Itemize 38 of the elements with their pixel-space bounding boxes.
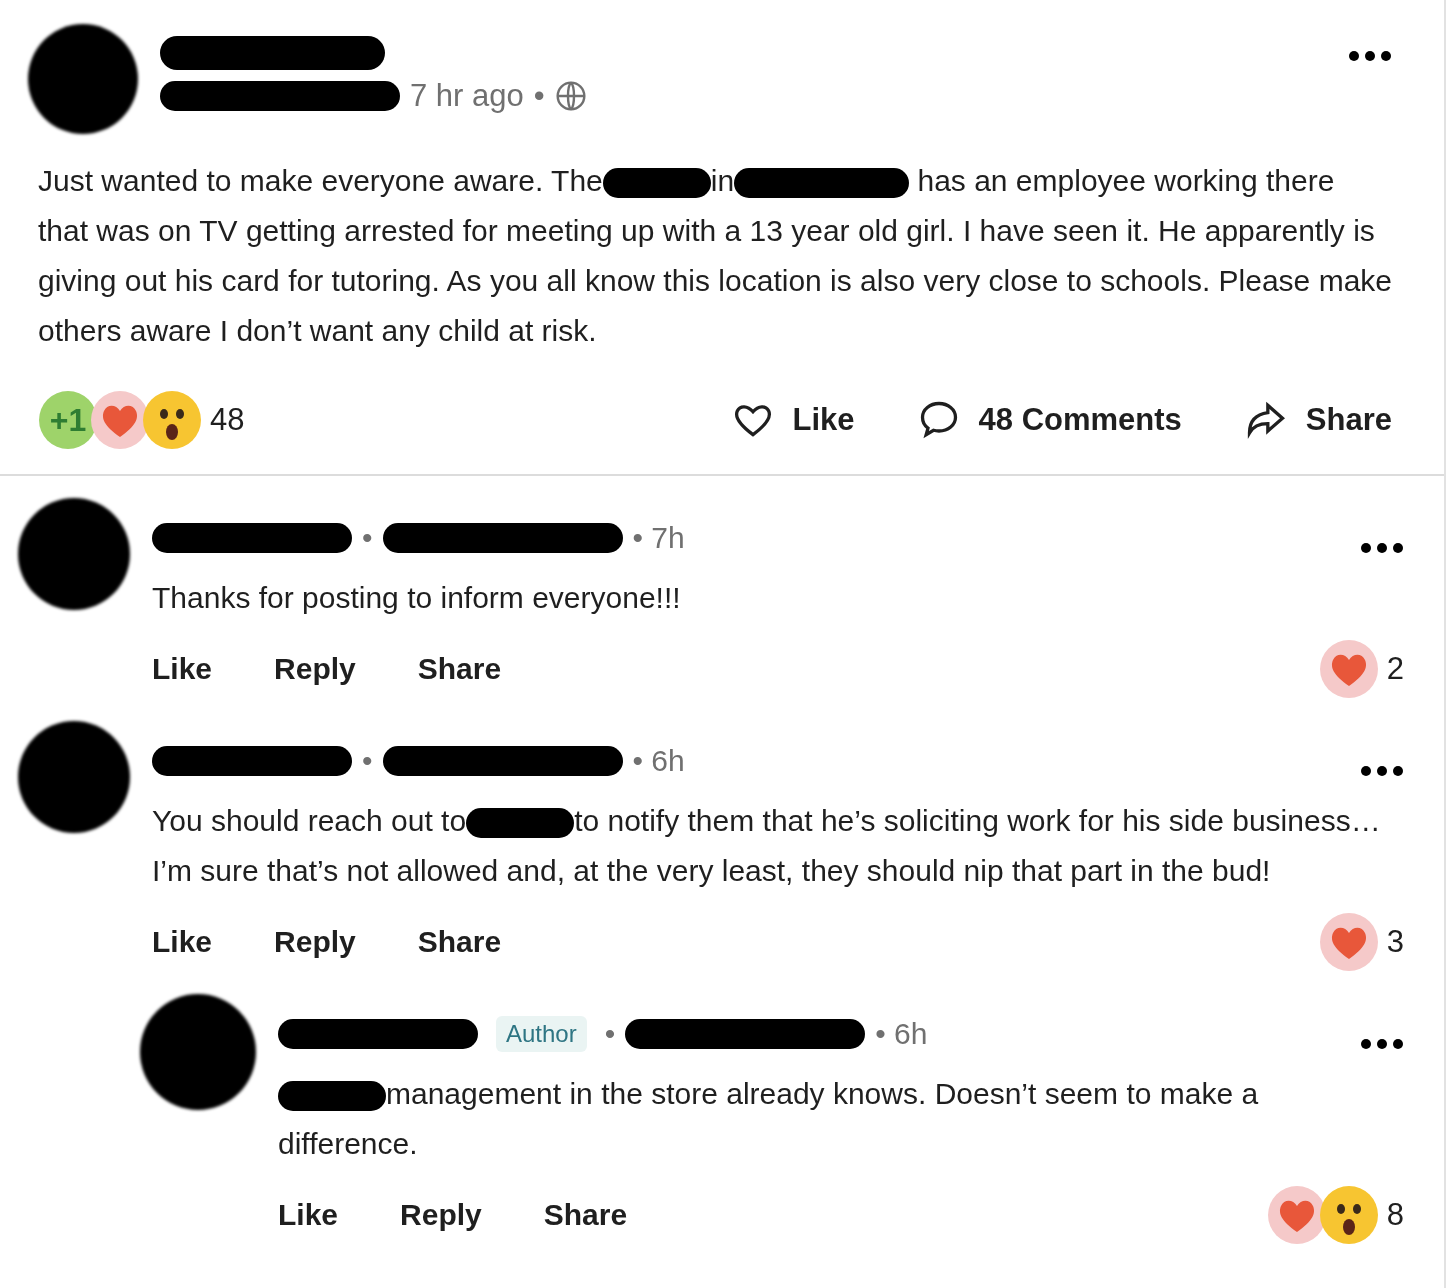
comment-action[interactable]: Share xyxy=(417,925,502,959)
meta-text: • 6h xyxy=(875,1016,928,1051)
comment-text: You should reach out to to notify them that he’s soliciting work for his side business… I’m sure that’s not allowed and, at the very least, they should nip that part in the bud! xyxy=(152,803,1382,889)
post-text: Just wanted to make everyone aware. The in has an employee working there that was on TV getting arrested for meeting up with a 13 year old girl. I have seen it. He apparently is giving out his card for tutoring. As you all know this location is also very close to schools. Please make others aware I don’t want any child at risk. xyxy=(38,163,1392,349)
meta-text: • xyxy=(362,743,373,778)
reaction-count: 3 xyxy=(1386,924,1404,960)
meta-text: 7 hr ago xyxy=(410,78,524,114)
share-button[interactable]: Share xyxy=(1243,398,1392,442)
comment-action[interactable]: Share xyxy=(543,1198,628,1232)
comment-action[interactable]: Like xyxy=(152,925,213,959)
more-options-icon[interactable] xyxy=(1360,1038,1404,1050)
surprised-emoji-icon xyxy=(142,390,202,450)
reaction-count: 2 xyxy=(1386,651,1404,687)
comment-action[interactable]: Reply xyxy=(400,1198,482,1232)
comment-action[interactable]: Like xyxy=(278,1198,339,1232)
comment-action[interactable]: Reply xyxy=(274,925,356,959)
meta-text: • 7h xyxy=(632,520,685,555)
comment-button[interactable]: 48 Comments xyxy=(916,398,1182,442)
globe-icon xyxy=(554,80,587,112)
like-button[interactable]: Like xyxy=(730,398,855,442)
comment-text: management in the store already knows. Doesn’t seem to make a difference. xyxy=(278,1076,1260,1162)
meta-text: • 6h xyxy=(632,743,685,778)
author-badge: Author xyxy=(496,1015,587,1052)
more-options-icon[interactable] xyxy=(1360,765,1404,777)
meta-text: • xyxy=(533,78,545,114)
more-options-icon[interactable] xyxy=(1348,50,1392,62)
comment-action[interactable]: Share xyxy=(417,652,502,686)
more-options-icon[interactable] xyxy=(1360,542,1404,554)
comment-action[interactable]: Like xyxy=(152,652,213,686)
heart-reaction-icon xyxy=(1318,912,1379,972)
heart-reaction-icon xyxy=(1318,639,1379,699)
surprised-emoji-icon xyxy=(1318,1185,1379,1245)
reaction-count: 48 xyxy=(210,402,245,438)
meta-text: • xyxy=(362,520,373,555)
comment-text: Thanks for posting to inform everyone!!! xyxy=(152,580,682,616)
meta-text: • xyxy=(604,1016,616,1051)
reaction-count: 8 xyxy=(1386,1197,1404,1233)
comment-action[interactable]: Reply xyxy=(274,652,356,686)
